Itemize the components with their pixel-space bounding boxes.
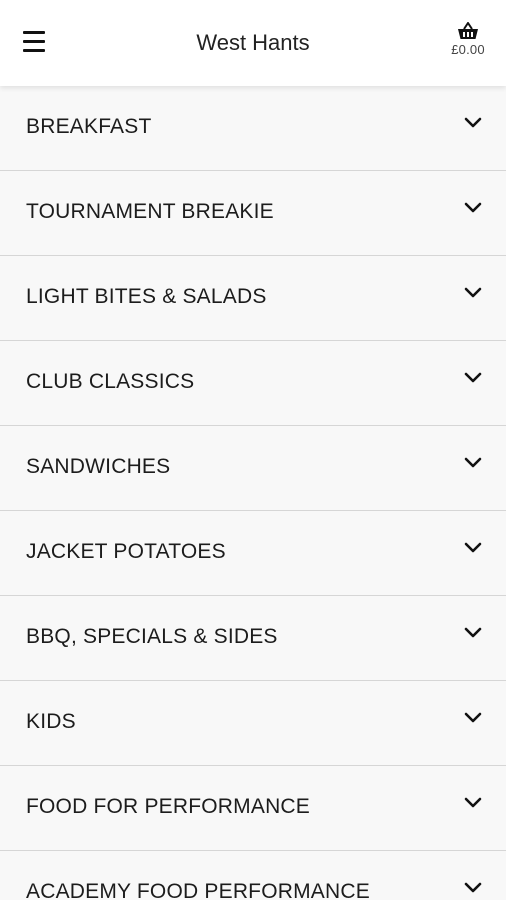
basket-total: £0.00 bbox=[451, 42, 485, 57]
category-label: BREAKFAST bbox=[26, 115, 152, 138]
menu-line bbox=[23, 49, 45, 52]
chevron-down-icon bbox=[464, 882, 482, 893]
top-bar: West Hants £0.00 bbox=[0, 0, 506, 86]
category-item-sandwiches[interactable]: SANDWICHES bbox=[0, 426, 506, 511]
category-label: ACADEMY FOOD PERFORMANCE bbox=[26, 880, 370, 900]
category-item-academy-food-performance[interactable]: ACADEMY FOOD PERFORMANCE bbox=[0, 851, 506, 900]
chevron-down-icon bbox=[464, 457, 482, 468]
category-item-light-bites-salads[interactable]: LIGHT BITES & SALADS bbox=[0, 256, 506, 341]
category-label: CLUB CLASSICS bbox=[26, 370, 195, 393]
menu-line bbox=[23, 31, 45, 34]
category-label: SANDWICHES bbox=[26, 455, 171, 478]
category-item-club-classics[interactable]: CLUB CLASSICS bbox=[0, 341, 506, 426]
category-item-bbq-specials-sides[interactable]: BBQ, SPECIALS & SIDES bbox=[0, 596, 506, 681]
category-item-breakfast[interactable]: BREAKFAST bbox=[0, 86, 506, 171]
app-screen: West Hants £0.00 BREAKFAST TOURNAMENT BR… bbox=[0, 0, 506, 900]
basket-button[interactable]: £0.00 bbox=[444, 18, 492, 70]
category-item-tournament-breakie[interactable]: TOURNAMENT BREAKIE bbox=[0, 171, 506, 256]
chevron-down-icon bbox=[464, 287, 482, 298]
chevron-down-icon bbox=[464, 372, 482, 383]
category-label: BBQ, SPECIALS & SIDES bbox=[26, 625, 278, 648]
category-label: TOURNAMENT BREAKIE bbox=[26, 200, 274, 223]
category-list: BREAKFAST TOURNAMENT BREAKIE LIGHT BITES… bbox=[0, 86, 506, 900]
category-label: FOOD FOR PERFORMANCE bbox=[26, 795, 311, 818]
category-label: KIDS bbox=[26, 710, 76, 733]
category-label: JACKET POTATOES bbox=[26, 540, 226, 563]
category-item-kids[interactable]: KIDS bbox=[0, 681, 506, 766]
chevron-down-icon bbox=[464, 117, 482, 128]
hamburger-menu-icon[interactable] bbox=[18, 24, 52, 60]
menu-line bbox=[23, 40, 45, 43]
page-title: West Hants bbox=[196, 30, 310, 55]
category-item-food-for-performance[interactable]: FOOD FOR PERFORMANCE bbox=[0, 766, 506, 851]
basket-icon bbox=[458, 22, 478, 39]
category-item-jacket-potatoes[interactable]: JACKET POTATOES bbox=[0, 511, 506, 596]
chevron-down-icon bbox=[464, 797, 482, 808]
chevron-down-icon bbox=[464, 627, 482, 638]
chevron-down-icon bbox=[464, 202, 482, 213]
chevron-down-icon bbox=[464, 542, 482, 553]
chevron-down-icon bbox=[464, 712, 482, 723]
category-label: LIGHT BITES & SALADS bbox=[26, 285, 267, 308]
